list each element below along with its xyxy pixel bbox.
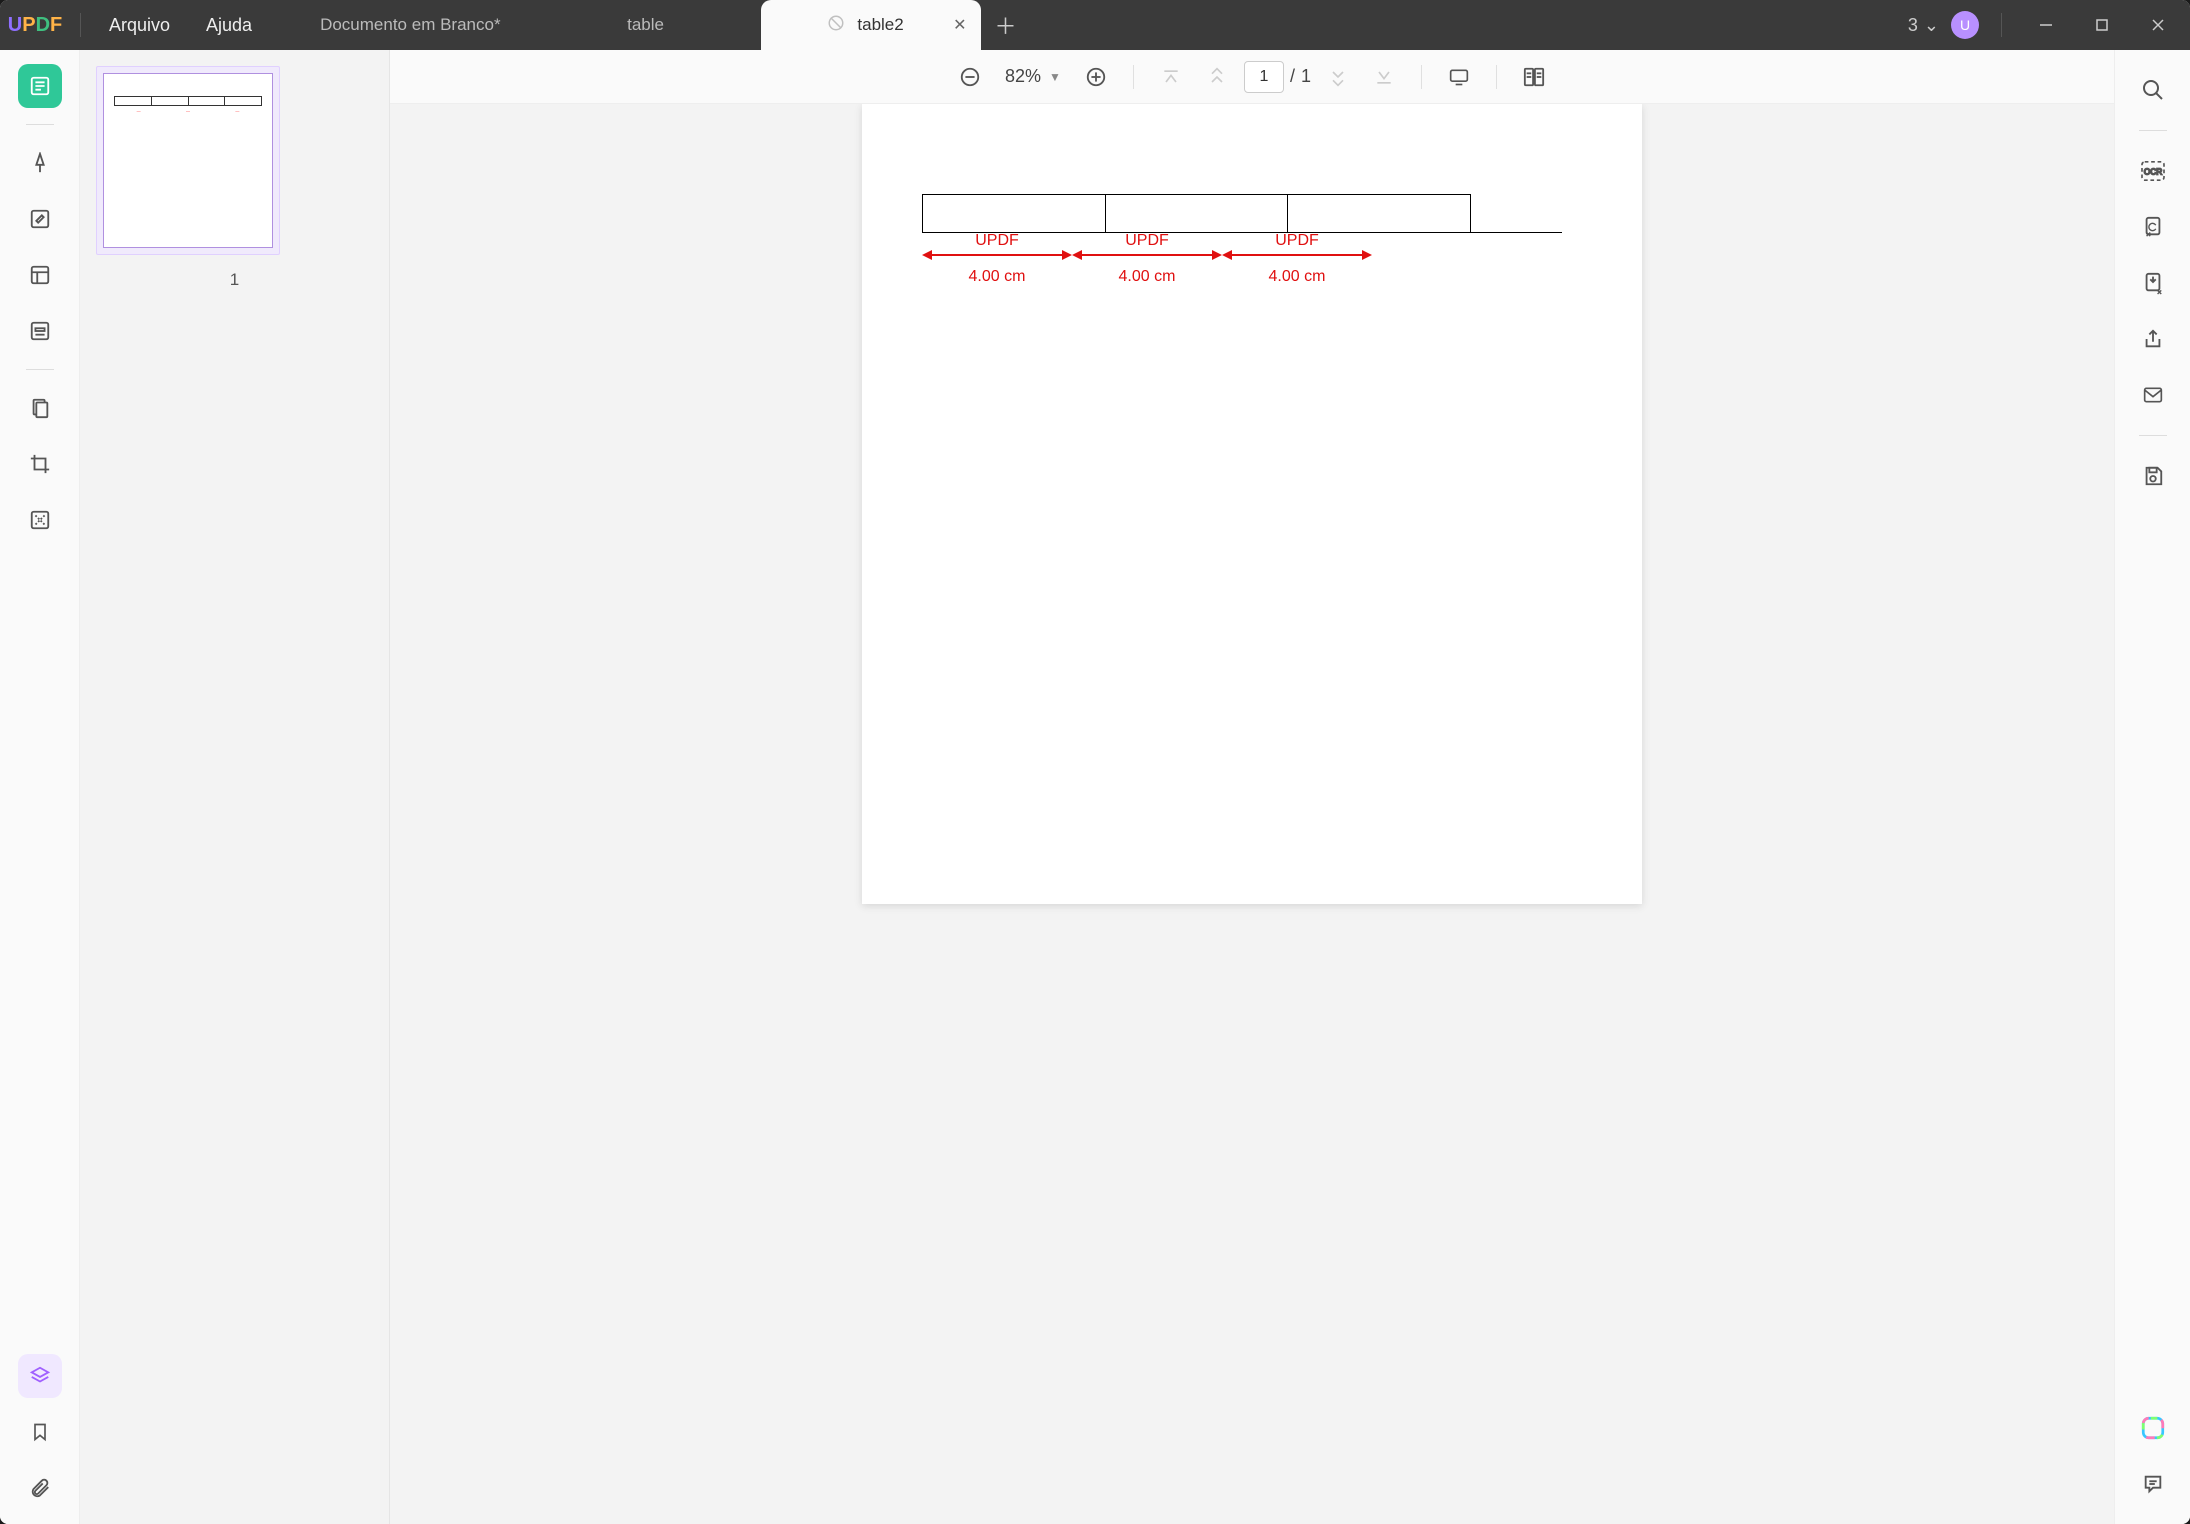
- dimension-arrow-icon: [1072, 254, 1222, 256]
- separator: [1133, 65, 1134, 89]
- tab-label: table2: [857, 15, 903, 35]
- ocr-button[interactable]: OCR: [2133, 151, 2173, 191]
- page-layout-button[interactable]: [1515, 58, 1553, 96]
- email-button[interactable]: [2133, 375, 2173, 415]
- menu-file[interactable]: Arquivo: [91, 0, 188, 50]
- separator: [2139, 130, 2167, 131]
- watermark-text: UPDF: [922, 232, 1072, 250]
- user-avatar[interactable]: U: [1951, 11, 1979, 39]
- new-tab-button[interactable]: ＋: [981, 0, 1031, 50]
- view-toolbar: 82% ▼ / 1: [390, 50, 2114, 104]
- prev-page-button[interactable]: [1198, 58, 1236, 96]
- zoom-value: 82%: [1005, 66, 1041, 87]
- page-1[interactable]: UPDF 4.00 cm UPDF 4.00 cm UPDF 4.: [862, 104, 1642, 904]
- thumbnail-page-1[interactable]: ———: [96, 66, 280, 255]
- tab-documento-em-branco[interactable]: Documento em Branco*: [290, 0, 540, 50]
- organize-tool-button[interactable]: [18, 253, 62, 297]
- right-tool-rail: OCR: [2114, 50, 2190, 1524]
- window-close-button[interactable]: [2136, 0, 2180, 50]
- watermark-text: UPDF: [1072, 232, 1222, 250]
- page-separator: /: [1290, 66, 1295, 87]
- dimension-value: 4.00 cm: [1072, 268, 1222, 286]
- separator: [2001, 13, 2002, 37]
- measurement-2: UPDF 4.00 cm: [1072, 232, 1222, 286]
- zoom-dropdown[interactable]: 82% ▼: [997, 66, 1069, 87]
- first-page-button[interactable]: [1152, 58, 1190, 96]
- close-icon[interactable]: ✕: [953, 15, 966, 35]
- canvas-area[interactable]: UPDF 4.00 cm UPDF 4.00 cm UPDF 4.: [390, 104, 2114, 1524]
- tab-label: table: [627, 15, 664, 35]
- convert-button[interactable]: [2133, 207, 2173, 247]
- separator: [1496, 65, 1497, 89]
- separator: [26, 369, 54, 370]
- ai-assistant-button[interactable]: [2133, 1408, 2173, 1448]
- page-total: 1: [1301, 66, 1311, 87]
- separator: [2139, 435, 2167, 436]
- redact-tool-button[interactable]: [18, 498, 62, 542]
- crop-tool-button[interactable]: [18, 442, 62, 486]
- svg-text:OCR: OCR: [2143, 168, 2161, 177]
- chevron-down-icon: ▼: [1049, 70, 1061, 84]
- separator: [1421, 65, 1422, 89]
- dimension-value: 4.00 cm: [922, 268, 1072, 286]
- share-button[interactable]: [2133, 319, 2173, 359]
- comments-panel-button[interactable]: [2133, 1464, 2173, 1504]
- no-preview-icon: [827, 14, 845, 37]
- dimension-value: 4.00 cm: [1222, 268, 1372, 286]
- dimension-arrow-icon: [1222, 254, 1372, 256]
- separator: [80, 13, 81, 37]
- titlebar: UPDF Arquivo Ajuda Documento em Branco* …: [0, 0, 2190, 50]
- tab-count-value: 3: [1908, 15, 1918, 36]
- presentation-button[interactable]: [1440, 58, 1478, 96]
- page-input[interactable]: [1244, 61, 1284, 93]
- measurement-3: UPDF 4.00 cm: [1222, 232, 1372, 286]
- tab-table2[interactable]: table2 ✕: [761, 0, 981, 50]
- tab-table[interactable]: table: [541, 0, 761, 50]
- search-button[interactable]: [2133, 70, 2173, 110]
- layers-button[interactable]: [18, 1354, 62, 1398]
- comment-tool-button[interactable]: [18, 141, 62, 185]
- thumbnail-panel: ——— 1: [80, 50, 390, 1524]
- watermark-text: UPDF: [1222, 232, 1372, 250]
- page-indicator: / 1: [1244, 61, 1311, 93]
- window-maximize-button[interactable]: [2080, 0, 2124, 50]
- edit-tool-button[interactable]: [18, 197, 62, 241]
- page-tools-button[interactable]: [18, 386, 62, 430]
- menu-help[interactable]: Ajuda: [188, 0, 270, 50]
- next-page-button[interactable]: [1319, 58, 1357, 96]
- tab-strip: Documento em Branco* table table2 ✕ ＋: [290, 0, 1888, 50]
- save-button[interactable]: [2133, 456, 2173, 496]
- tab-label: Documento em Branco*: [320, 15, 500, 35]
- dimension-arrow-icon: [922, 254, 1072, 256]
- form-tool-button[interactable]: [18, 309, 62, 353]
- tab-count-dropdown[interactable]: 3 ⌄: [1908, 15, 1939, 36]
- zoom-in-button[interactable]: [1077, 58, 1115, 96]
- window-minimize-button[interactable]: [2024, 0, 2068, 50]
- compress-button[interactable]: [2133, 263, 2173, 303]
- zoom-out-button[interactable]: [951, 58, 989, 96]
- reader-mode-button[interactable]: [18, 64, 62, 108]
- left-tool-rail: [0, 50, 80, 1524]
- app-logo: UPDF: [0, 14, 70, 37]
- thumbnail-page-number: 1: [96, 270, 373, 290]
- attachment-button[interactable]: [18, 1466, 62, 1510]
- bookmark-button[interactable]: [18, 1410, 62, 1454]
- chevron-down-icon: ⌄: [1924, 15, 1939, 36]
- measurement-1: UPDF 4.00 cm: [922, 232, 1072, 286]
- separator: [26, 124, 54, 125]
- measurement-row: UPDF 4.00 cm UPDF 4.00 cm UPDF 4.: [922, 232, 1372, 286]
- last-page-button[interactable]: [1365, 58, 1403, 96]
- document-table: [922, 194, 1562, 233]
